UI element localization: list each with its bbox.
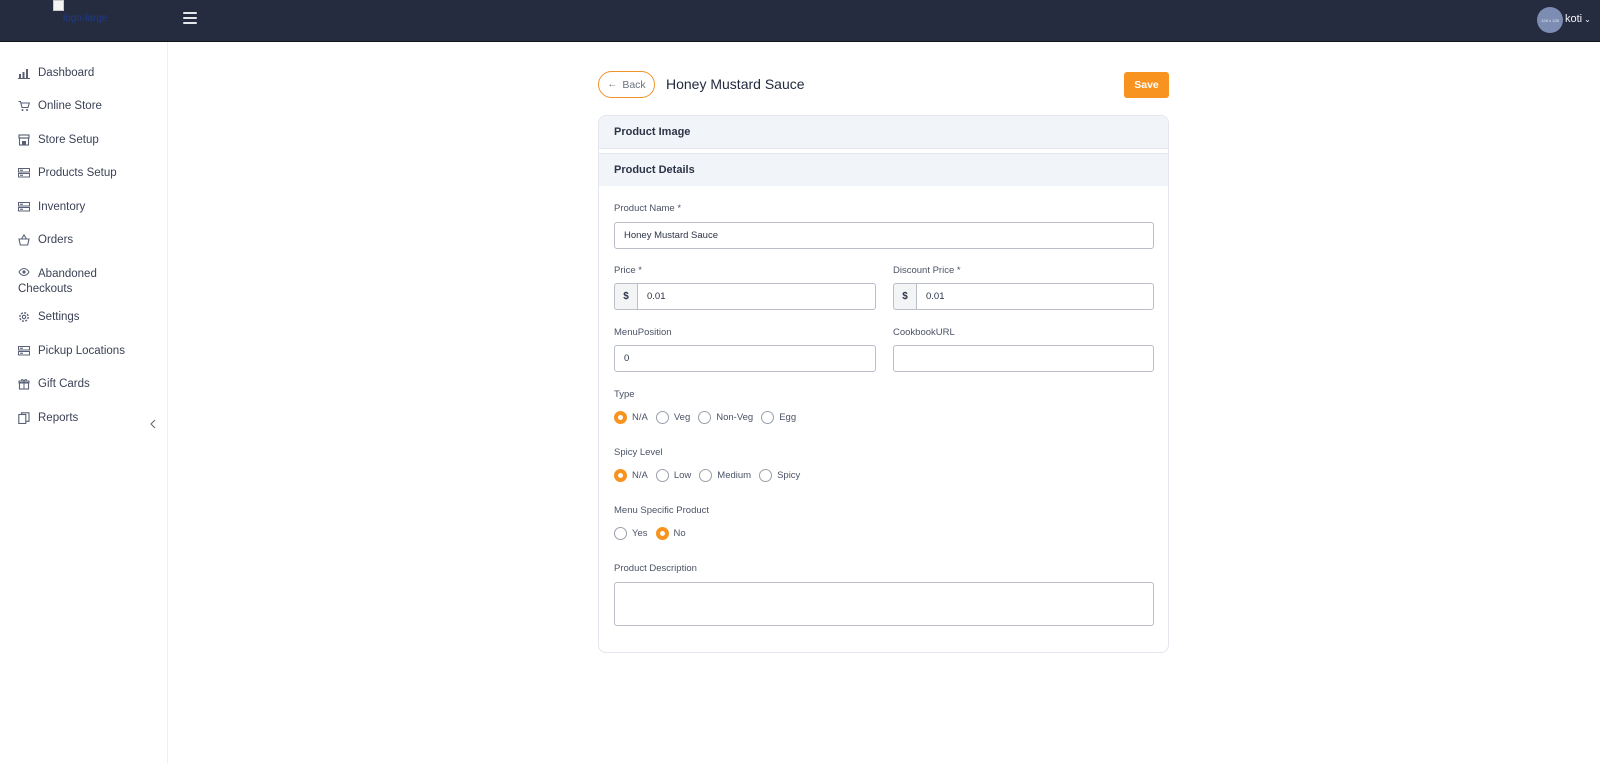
- cookbook-url-label: CookbookURL: [893, 327, 955, 338]
- spicy-radio-spicy[interactable]: Spicy: [759, 469, 800, 482]
- sidebar-item-label: Settings: [38, 311, 80, 323]
- menu-position-input[interactable]: [614, 345, 876, 372]
- price-input[interactable]: [637, 283, 876, 310]
- broken-image-icon: [53, 0, 64, 11]
- spicy-radio-low[interactable]: Low: [655, 469, 692, 482]
- menu-specific-radio-group: Yes No: [614, 527, 694, 540]
- radio-label: N/A: [632, 412, 648, 423]
- sidebar-item-abandoned-checkouts[interactable]: Abandoned Checkouts: [18, 266, 138, 297]
- type-label: Type: [614, 389, 635, 400]
- radio-label: Medium: [717, 470, 752, 481]
- product-name-label: Product Name *: [614, 203, 682, 214]
- cart-icon: [18, 100, 30, 112]
- type-radio-non-veg[interactable]: Non-Veg: [698, 411, 753, 424]
- sidebar-item-gift-cards[interactable]: Gift Cards: [18, 378, 90, 390]
- spicy-radio-medium[interactable]: Medium: [699, 469, 751, 482]
- product-description-textarea[interactable]: [614, 582, 1154, 626]
- radio-label: Spicy: [777, 470, 801, 481]
- product-form-card: Product Image Product Details Product Na…: [598, 115, 1169, 653]
- sidebar-item-products-setup[interactable]: Products Setup: [18, 167, 117, 179]
- radio-label: Low: [673, 470, 692, 481]
- menu-specific-radio-yes[interactable]: Yes: [614, 527, 648, 540]
- price-label: Price *: [614, 265, 642, 276]
- sidebar-item-label: Reports: [38, 412, 79, 424]
- copy-icon: [18, 412, 30, 424]
- sidebar-item-label: Abandoned Checkouts: [18, 266, 138, 297]
- list-icon: [18, 167, 30, 179]
- basket-icon: [18, 234, 30, 246]
- spicy-level-radio-group: N/A Low Medium Spicy: [614, 469, 808, 482]
- price-currency-prefix: $: [614, 283, 637, 310]
- radio-label: Yes: [632, 528, 648, 539]
- product-details-section-header[interactable]: Product Details: [599, 153, 1168, 186]
- sidebar-item-label: Online Store: [38, 100, 102, 112]
- save-button[interactable]: Save: [1124, 72, 1169, 98]
- back-button[interactable]: ← Back: [598, 71, 655, 98]
- radio-label: Egg: [779, 412, 797, 423]
- chevron-left-icon[interactable]: [149, 419, 157, 429]
- logo[interactable]: logo-large: [53, 0, 123, 26]
- sidebar: Dashboard Online Store Store Setup Produ…: [0, 42, 168, 763]
- product-image-section-header[interactable]: Product Image: [599, 116, 1168, 149]
- radio-label: No: [673, 528, 686, 539]
- gift-icon: [18, 378, 30, 390]
- gear-icon: [18, 311, 30, 323]
- spicy-level-label: Spicy Level: [614, 447, 663, 458]
- list-icon: [18, 201, 30, 213]
- menu-specific-radio-no[interactable]: No: [655, 527, 686, 540]
- sidebar-item-label: Pickup Locations: [38, 345, 125, 357]
- radio-label: N/A: [632, 470, 648, 481]
- sidebar-item-store-setup[interactable]: Store Setup: [18, 134, 99, 146]
- cookbook-url-input[interactable]: [893, 345, 1154, 372]
- sidebar-item-dashboard[interactable]: Dashboard: [18, 67, 94, 79]
- sidebar-item-label: Gift Cards: [38, 378, 90, 390]
- username: koti: [1565, 13, 1583, 25]
- user-menu[interactable]: koti ⌄: [1565, 13, 1591, 25]
- menu-specific-label: Menu Specific Product: [614, 505, 710, 516]
- list-icon: [18, 345, 30, 357]
- back-label: Back: [622, 78, 646, 91]
- top-navbar: logo-large 128 x 128 koti ⌄: [0, 0, 1600, 42]
- type-radio-veg[interactable]: Veg: [655, 411, 691, 424]
- product-description-label: Product Description: [614, 563, 697, 574]
- radio-label: Non-Veg: [716, 412, 754, 423]
- page-title: Honey Mustard Sauce: [666, 76, 805, 92]
- bar-chart-icon: [18, 67, 30, 79]
- chevron-down-icon: ⌄: [1584, 15, 1591, 24]
- type-radio-na[interactable]: N/A: [614, 411, 648, 424]
- discount-price-currency-prefix: $: [893, 283, 916, 310]
- sidebar-item-online-store[interactable]: Online Store: [18, 100, 102, 112]
- sidebar-item-label: Inventory: [38, 201, 86, 213]
- discount-price-input[interactable]: [916, 283, 1154, 310]
- sidebar-item-label: Store Setup: [38, 134, 99, 146]
- product-name-input[interactable]: [614, 222, 1154, 249]
- type-radio-egg[interactable]: Egg: [761, 411, 796, 424]
- hamburger-menu-icon[interactable]: [183, 12, 197, 26]
- sidebar-item-reports[interactable]: Reports: [18, 412, 78, 424]
- spicy-radio-na[interactable]: N/A: [614, 469, 648, 482]
- eye-icon: [18, 266, 30, 278]
- avatar[interactable]: 128 x 128: [1537, 7, 1563, 33]
- radio-label: Veg: [673, 412, 691, 423]
- sidebar-item-label: Products Setup: [38, 167, 117, 179]
- sidebar-item-label: Dashboard: [38, 67, 95, 79]
- arrow-left-icon: ←: [607, 79, 618, 90]
- sidebar-item-settings[interactable]: Settings: [18, 311, 80, 323]
- storefront-icon: [18, 134, 30, 146]
- menu-position-label: MenuPosition: [614, 327, 672, 338]
- sidebar-item-orders[interactable]: Orders: [18, 234, 73, 246]
- sidebar-item-inventory[interactable]: Inventory: [18, 201, 85, 213]
- logo-alt-text: logo-large: [63, 13, 108, 24]
- sidebar-item-label: Orders: [38, 234, 74, 246]
- discount-price-label: Discount Price *: [893, 265, 961, 276]
- type-radio-group: N/A Veg Non-Veg Egg: [614, 411, 804, 424]
- sidebar-item-pickup-locations[interactable]: Pickup Locations: [18, 345, 125, 357]
